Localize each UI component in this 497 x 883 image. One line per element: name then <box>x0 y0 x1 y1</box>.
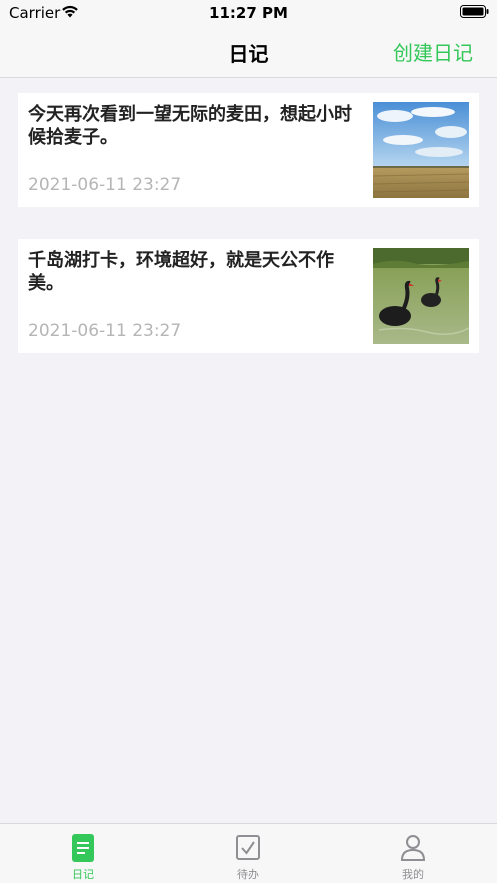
tab-label: 日记 <box>72 868 94 881</box>
diary-entry-card[interactable]: 千岛湖打卡，环境超好，就是天公不作美。 2021-06-11 23:27 <box>18 239 479 353</box>
diary-entry-text: 千岛湖打卡，环境超好，就是天公不作美。 <box>28 250 334 294</box>
wheat-field-thumbnail <box>373 102 469 198</box>
navigation-bar: 日记 创建日记 <box>0 26 497 78</box>
diary-entry-date: 2021-06-11 23:27 <box>28 321 182 341</box>
diary-entry-date: 2021-06-11 23:27 <box>28 175 182 195</box>
tab-bar: 日记 待办 我的 <box>0 823 497 883</box>
black-swans-thumbnail <box>373 248 469 344</box>
tab-label: 待办 <box>237 868 259 881</box>
tab-todo[interactable]: 待办 <box>188 824 308 883</box>
diary-entry-text: 今天再次看到一望无际的麦田，想起小时候拾麦子。 <box>28 104 352 148</box>
tab-label: 我的 <box>402 868 424 881</box>
tab-mine[interactable]: 我的 <box>353 824 473 883</box>
tab-diary[interactable]: 日记 <box>23 824 143 883</box>
battery-icon <box>460 5 489 18</box>
diary-icon <box>72 834 94 862</box>
create-diary-button[interactable]: 创建日记 <box>393 37 473 66</box>
diary-entry-card[interactable]: 今天再次看到一望无际的麦田，想起小时候拾麦子。 2021-06-11 23:27 <box>18 93 479 207</box>
status-bar: Carrier 11:27 PM <box>0 0 497 26</box>
person-icon <box>400 835 426 861</box>
todo-check-icon <box>236 835 260 860</box>
clock: 11:27 PM <box>209 4 288 22</box>
